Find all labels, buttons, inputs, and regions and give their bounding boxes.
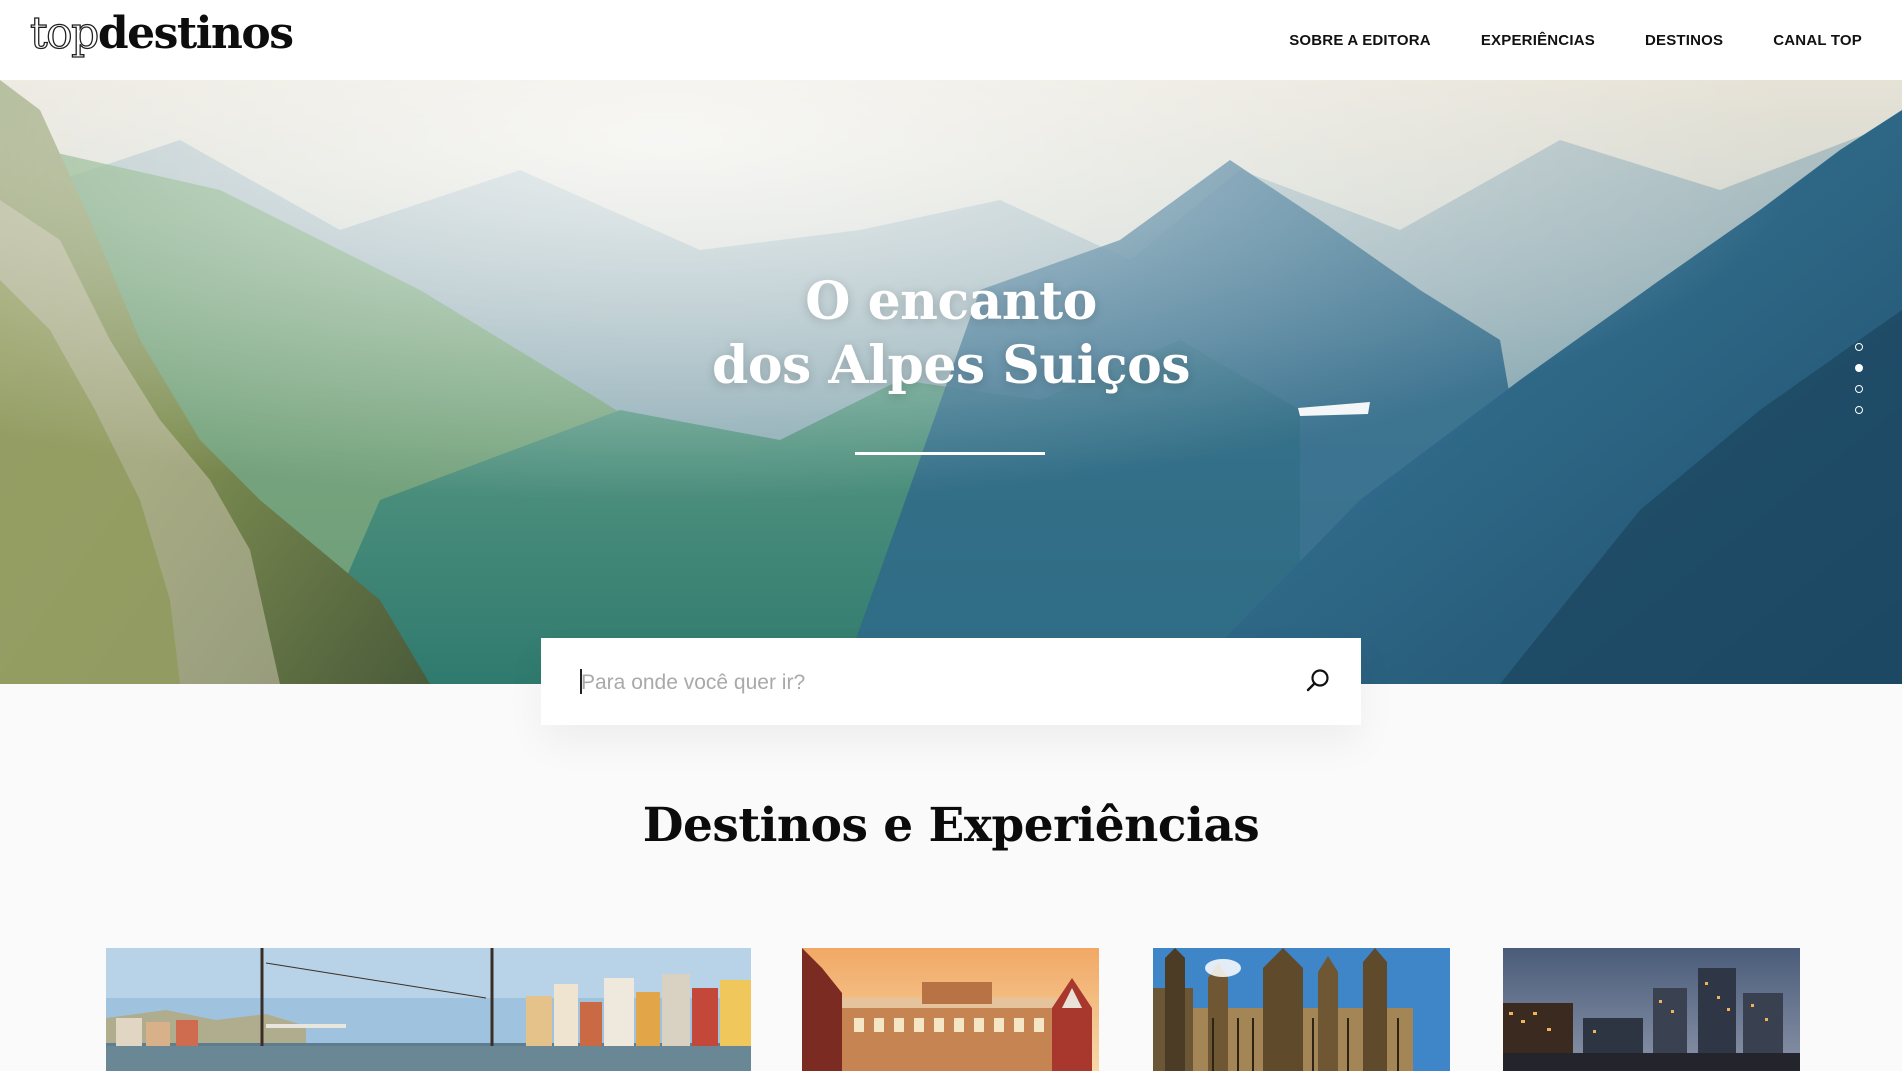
text-caret bbox=[580, 669, 582, 694]
logo-light-word: top bbox=[29, 7, 100, 59]
hero-divider bbox=[855, 452, 1045, 455]
logo-bold-word: destinos bbox=[97, 8, 294, 59]
destination-card-porto[interactable] bbox=[106, 948, 751, 1071]
search-box bbox=[541, 638, 1361, 725]
hero-title: O encanto dos Alpes Suiços bbox=[0, 270, 1902, 398]
hero-title-line-1: O encanto bbox=[805, 271, 1097, 332]
search-icon[interactable] bbox=[1303, 666, 1333, 696]
slider-dot-4[interactable] bbox=[1855, 406, 1863, 414]
hero-title-line-2: dos Alpes Suiços bbox=[711, 335, 1191, 396]
hero-banner: O encanto dos Alpes Suiços bbox=[0, 80, 1902, 684]
site-logo[interactable]: top destinos bbox=[29, 7, 294, 68]
nav-item-canal-top[interactable]: CANAL TOP bbox=[1773, 32, 1862, 49]
main-nav: SOBRE A EDITORA EXPERIÊNCIAS DESTINOS CA… bbox=[1239, 0, 1862, 80]
westminster-image bbox=[1153, 948, 1450, 1071]
slider-dots bbox=[1855, 343, 1867, 427]
destination-cards bbox=[0, 948, 1902, 1071]
nav-item-sobre-a-editora[interactable]: SOBRE A EDITORA bbox=[1289, 32, 1431, 49]
section-title: Destinos e Experiências bbox=[642, 798, 1260, 853]
slider-dot-2[interactable] bbox=[1855, 364, 1863, 372]
slider-dot-1[interactable] bbox=[1855, 343, 1863, 351]
destination-card-canary-wharf[interactable] bbox=[1503, 948, 1800, 1071]
porto-image bbox=[106, 948, 751, 1071]
slider-dot-3[interactable] bbox=[1855, 385, 1863, 393]
canary-wharf-image bbox=[1503, 948, 1800, 1071]
moscow-image bbox=[802, 948, 1099, 1071]
destination-card-westminster[interactable] bbox=[1153, 948, 1450, 1071]
destination-card-moscow[interactable] bbox=[802, 948, 1099, 1071]
search-input[interactable] bbox=[579, 660, 1263, 706]
site-header: top destinos SOBRE A EDITORA EXPERIÊNCIAS… bbox=[0, 0, 1902, 80]
nav-item-experiencias[interactable]: EXPERIÊNCIAS bbox=[1481, 32, 1595, 49]
nav-item-destinos[interactable]: DESTINOS bbox=[1645, 32, 1723, 49]
